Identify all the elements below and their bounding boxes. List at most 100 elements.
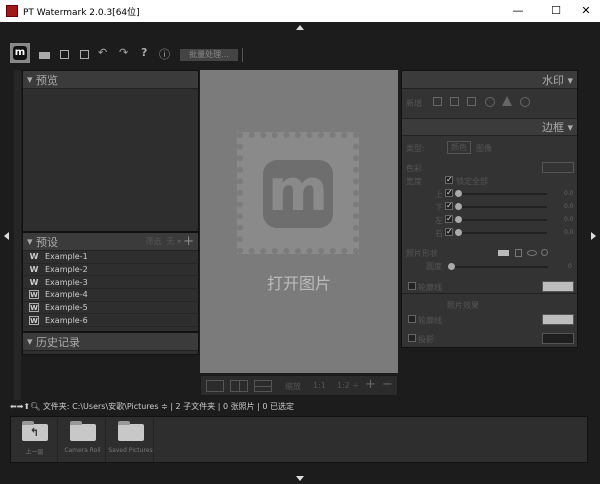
presets-header[interactable]: ▾ 预设 筛选 无 ▾ +	[23, 233, 198, 251]
single-view-icon[interactable]	[206, 380, 224, 392]
save-as-icon[interactable]	[80, 50, 89, 59]
side-by-side-view-icon[interactable]	[230, 380, 248, 392]
shape-rect-icon[interactable]	[515, 249, 522, 257]
undo-icon[interactable]: ↶	[98, 46, 107, 59]
search-icon[interactable]: 🔍︎	[30, 402, 40, 411]
zoom-in-button[interactable]: +	[365, 377, 376, 392]
save-icon[interactable]	[60, 50, 69, 59]
path-bar: ⬅➡⬆🔍︎ 文件夹: C:\Users\安歌\Pictures ≑ | 2 子文…	[10, 401, 570, 414]
border-title: 边框 ▾	[541, 121, 573, 134]
side-checkbox[interactable]: ✓	[445, 189, 453, 197]
side-slider-knob[interactable]	[455, 216, 462, 223]
zoom-out-button[interactable]: −	[382, 377, 393, 392]
open-folder-icon[interactable]	[39, 52, 50, 59]
collapse-right-arrow-icon[interactable]	[591, 232, 596, 240]
lock-all-label: 锁定全部	[456, 177, 488, 186]
preset-item[interactable]: W Example-4	[23, 289, 198, 302]
help-icon[interactable]: ?	[141, 46, 147, 59]
add-preset-button[interactable]: +	[183, 234, 194, 249]
preset-item[interactable]: W Example-6	[23, 314, 198, 328]
preset-label: Example-3	[45, 277, 88, 287]
border-header[interactable]: 边框 ▾	[402, 118, 577, 136]
side-label: 上	[435, 190, 443, 199]
watermark-type-icon: W	[29, 315, 39, 325]
effects-outline-checkbox[interactable]	[408, 315, 416, 323]
history-header[interactable]: ▾ 历史记录	[23, 333, 198, 351]
side-checkbox[interactable]: ✓	[445, 202, 453, 210]
folder-item[interactable]: Camera Roll	[60, 418, 106, 462]
outline-color-swatch[interactable]	[542, 281, 574, 292]
redo-icon[interactable]: ↷	[119, 46, 128, 59]
info-icon[interactable]: ⓘ	[159, 46, 170, 62]
add-rectangle-icon[interactable]	[467, 97, 476, 106]
stacked-view-icon[interactable]	[254, 380, 272, 392]
history-title: 历史记录	[36, 335, 81, 349]
back-arrow-icon[interactable]: ⬅	[10, 402, 17, 411]
left-gutter	[14, 70, 21, 400]
path-dropdown[interactable]: C:\Users\安歌\Pictures ≑	[72, 402, 168, 411]
right-panel: 水印 ▾ 新增 边框 ▾ 类型: 颜色 图像 色彩 宽度 ✓ 锁定全部 上 ✓ …	[401, 70, 578, 348]
side-label: 下	[435, 203, 443, 212]
border-color-swatch[interactable]	[542, 162, 574, 173]
image-canvas[interactable]: m 打开图片	[200, 70, 398, 373]
shadow-color-swatch[interactable]	[542, 333, 574, 344]
collapse-top-arrow-icon[interactable]	[296, 25, 304, 30]
preset-label: Example-2	[45, 265, 88, 275]
preview-title: 预览	[36, 73, 59, 87]
roundness-label: 圆度	[426, 262, 442, 271]
side-value: 0.0	[564, 216, 574, 223]
side-slider-knob[interactable]	[455, 190, 462, 197]
add-image-icon[interactable]	[450, 97, 459, 106]
side-slider[interactable]	[457, 193, 547, 195]
app-menu-logo-icon[interactable]: m	[10, 43, 30, 63]
add-triangle-icon[interactable]	[502, 96, 512, 106]
side-checkbox[interactable]: ✓	[445, 228, 453, 236]
filter-dropdown[interactable]: 无 ▾	[167, 236, 182, 247]
watermark-header[interactable]: 水印 ▾	[402, 71, 577, 89]
collapse-bottom-arrow-icon[interactable]	[296, 476, 304, 481]
add-polygon-icon[interactable]	[520, 97, 530, 107]
preset-item[interactable]: W Example-5	[23, 302, 198, 315]
preset-label: Example-1	[45, 252, 88, 262]
side-slider[interactable]	[457, 206, 547, 208]
roundness-slider-knob[interactable]	[448, 263, 455, 270]
folder-item[interactable]: ↰ 上一层	[12, 418, 58, 462]
side-slider-knob[interactable]	[455, 203, 462, 210]
add-text-icon[interactable]	[433, 97, 442, 106]
shape-rounded-rect-icon[interactable]	[498, 250, 509, 256]
side-slider-knob[interactable]	[455, 229, 462, 236]
collapse-left-arrow-icon[interactable]	[4, 232, 9, 240]
folder-item[interactable]: Saved Pictures	[108, 418, 154, 462]
preset-item[interactable]: W Example-2	[23, 264, 198, 277]
zoom-1-2-dropdown[interactable]: 1:2 ÷	[337, 381, 359, 390]
photo-effects-title: 照片效果	[447, 301, 479, 310]
minimize-button[interactable]: —	[503, 0, 533, 22]
photo-shape-label: 照片形状	[406, 249, 438, 258]
add-circle-icon[interactable]	[485, 97, 495, 107]
shadow-checkbox[interactable]	[408, 334, 416, 342]
zoom-1-1-button[interactable]: 1:1	[313, 381, 326, 390]
type-color-button[interactable]: 颜色	[447, 141, 471, 154]
preset-item[interactable]: W Example-3	[23, 276, 198, 290]
side-slider[interactable]	[457, 219, 547, 221]
title-bar: PT Watermark 2.0.3[64位] — ☐ ✕	[0, 0, 600, 22]
preview-panel: ▾ 预览	[22, 70, 199, 232]
zoom-label: 缩放	[285, 382, 301, 391]
shadow-label: 投影	[418, 335, 434, 344]
outline-checkbox[interactable]	[408, 282, 416, 290]
effects-outline-color-swatch[interactable]	[542, 314, 574, 325]
shape-ellipse-icon[interactable]	[527, 250, 537, 256]
roundness-slider[interactable]	[452, 266, 548, 268]
shape-circle-icon[interactable]	[541, 249, 548, 256]
side-slider[interactable]	[457, 232, 547, 234]
preset-item[interactable]: W Example-1	[23, 251, 198, 264]
view-toolbar: 缩放 1:1 1:2 ÷ + −	[200, 375, 398, 396]
close-button[interactable]: ✕	[571, 0, 600, 22]
preview-header[interactable]: ▾ 预览	[23, 71, 198, 89]
lock-all-checkbox[interactable]: ✓	[445, 176, 453, 184]
open-image-label[interactable]: 打开图片	[200, 270, 398, 294]
side-checkbox[interactable]: ✓	[445, 215, 453, 223]
type-image-button[interactable]: 图像	[476, 143, 492, 154]
batch-process-button[interactable]: 批量处理...	[180, 49, 238, 61]
maximize-button[interactable]: ☐	[541, 0, 571, 22]
